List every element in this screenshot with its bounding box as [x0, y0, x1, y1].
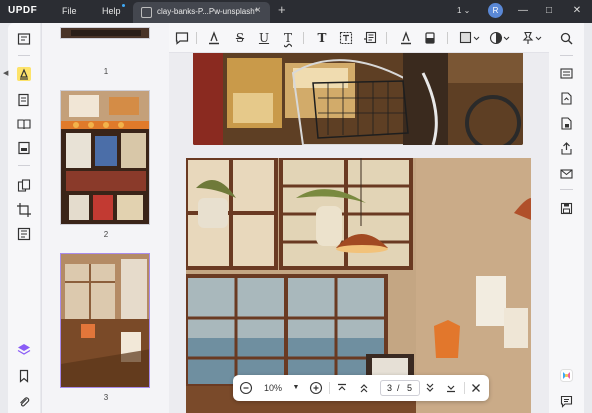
app-logo: UPDF [8, 5, 38, 16]
search-icon[interactable] [560, 32, 573, 45]
close-window-button[interactable]: ✕ [568, 3, 586, 19]
email-icon[interactable] [560, 167, 573, 180]
comments-panel-icon[interactable] [560, 395, 573, 408]
document-tab[interactable]: clay-banks-P...Pw-unsplash* × [133, 2, 270, 23]
ocr-icon[interactable] [17, 227, 31, 241]
comment-icon[interactable] [175, 31, 189, 45]
rail-divider [560, 189, 573, 190]
next-page-icon[interactable] [423, 381, 437, 395]
eraser-icon[interactable] [423, 31, 437, 45]
thumbnail-number: 2 [103, 230, 109, 239]
zoombar-divider [464, 382, 465, 394]
zoombar-divider [329, 382, 330, 394]
zoom-navigation-bar: 10% ▼ 3 / 5 [233, 375, 489, 401]
convert-icon[interactable] [560, 92, 573, 105]
rail-divider [18, 55, 30, 56]
strikethrough-tool[interactable]: S [233, 31, 247, 45]
page-thumbnail-selected[interactable] [60, 253, 150, 388]
previous-page-icon[interactable] [357, 381, 371, 395]
pencil-icon[interactable] [399, 31, 413, 45]
thumbnail-number: 3 [103, 393, 109, 402]
right-tool-rail [549, 23, 584, 413]
title-bar: UPDF File Help clay-banks-P...Pw-unsplas… [0, 0, 592, 23]
read-mode-icon[interactable] [17, 117, 31, 131]
collapse-panel-arrow[interactable]: ◀ [3, 69, 8, 77]
annotation-toolbar: S U T T [169, 23, 549, 53]
stamp-tool-dropdown[interactable] [521, 31, 543, 45]
document-viewer[interactable] [169, 53, 549, 413]
menu-help[interactable]: Help [102, 6, 121, 16]
rail-divider [560, 55, 573, 56]
toolbar-divider [303, 32, 304, 44]
squiggly-tool[interactable]: T [281, 31, 295, 45]
edit-pdf-icon[interactable] [17, 93, 31, 107]
share-icon[interactable] [560, 142, 573, 155]
bookmark-icon[interactable] [17, 369, 31, 383]
highlight-tool-icon[interactable] [207, 31, 221, 45]
attachment-icon[interactable] [17, 395, 31, 409]
layers-icon[interactable] [17, 343, 31, 357]
pdf-page-image [193, 53, 523, 145]
first-page-icon[interactable] [335, 381, 349, 395]
ai-assistant-icon[interactable] [560, 369, 573, 382]
page-thumbnail[interactable] [60, 90, 150, 225]
zoom-dropdown-icon[interactable]: ▼ [291, 381, 301, 395]
left-tool-rail [8, 23, 40, 413]
toolbar-divider [447, 32, 448, 44]
ocr-text-icon[interactable] [560, 67, 573, 80]
maximize-button[interactable]: □ [540, 3, 558, 19]
color-picker-dropdown[interactable] [489, 31, 511, 45]
toolbar-divider [386, 32, 387, 44]
zoom-level-value[interactable]: 10% [259, 381, 287, 395]
form-icon[interactable] [17, 141, 31, 155]
crop-icon[interactable] [17, 203, 31, 217]
page-thumbnail[interactable] [60, 27, 150, 39]
minimize-button[interactable]: — [514, 3, 532, 19]
protect-icon[interactable] [560, 117, 573, 130]
organize-pages-icon[interactable] [17, 179, 31, 193]
page-number-input[interactable]: 3 / 5 [380, 380, 420, 396]
shape-tool-dropdown[interactable] [459, 31, 481, 45]
tab-title: clay-banks-P...Pw-unsplash* [157, 7, 258, 16]
avatar[interactable]: R [488, 3, 503, 18]
highlighter-icon[interactable] [17, 67, 31, 81]
current-page-number: 3 [387, 383, 393, 393]
document-icon [141, 7, 152, 18]
last-page-icon[interactable] [444, 381, 458, 395]
thumbnail-panel: 1 2 3 [41, 23, 169, 413]
window-count-dropdown[interactable]: 1 ⌄ [457, 6, 470, 15]
toolbar-divider [196, 32, 197, 44]
page-separator: / [397, 383, 400, 393]
rail-divider [18, 165, 30, 166]
save-icon[interactable] [560, 202, 573, 215]
textbox-icon[interactable] [339, 31, 353, 45]
new-tab-button[interactable]: + [278, 2, 286, 17]
tab-close-button[interactable]: × [255, 5, 261, 16]
total-pages: 5 [407, 383, 413, 393]
zoom-out-icon[interactable] [239, 381, 253, 395]
thumbnail-number: 1 [103, 67, 109, 76]
zoom-in-icon[interactable] [309, 381, 323, 395]
underline-tool[interactable]: U [257, 31, 271, 45]
menu-file[interactable]: File [62, 6, 77, 16]
close-zoombar-icon[interactable] [469, 381, 483, 395]
text-callout-icon[interactable] [363, 31, 377, 45]
thumbnails-icon[interactable] [17, 32, 31, 46]
help-notification-dot [122, 4, 125, 7]
text-tool[interactable]: T [315, 31, 329, 45]
